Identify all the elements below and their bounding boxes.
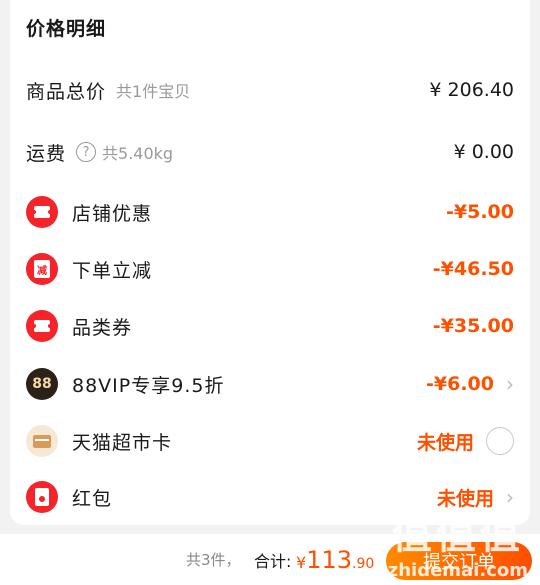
shop-discount-amount: -¥5.00 [446, 201, 514, 223]
item-count: 共3件， [186, 551, 241, 569]
card-icon [26, 425, 58, 457]
tmall-card-row[interactable]: 天猫超市卡 未使用 [10, 421, 530, 461]
total-currency: ¥ [296, 552, 307, 572]
goods-count: 共1件宝贝 [116, 82, 191, 101]
price-detail-title: 价格明细 [26, 18, 107, 40]
shipping-label: 运费 [26, 142, 67, 165]
goods-total-label: 商品总价 [26, 80, 107, 103]
coupon-icon [26, 196, 58, 228]
order-cut-amount: -¥46.50 [432, 258, 514, 280]
category-coupon-label: 品类券 [72, 316, 133, 339]
total-decimal: .90 [352, 555, 375, 572]
red-packet-row[interactable]: 红包 未使用 › [10, 477, 530, 517]
total-amount: ¥113.90 [296, 546, 374, 574]
shipping-amount: ¥ 0.00 [453, 141, 514, 163]
vip88-row[interactable]: 88 88VIP专享9.5折 -¥6.00 › [10, 364, 530, 404]
vip88-label: 88VIP专享9.5折 [72, 374, 225, 397]
shop-discount-label: 店铺优惠 [72, 202, 153, 225]
red-envelope-icon [26, 481, 58, 513]
order-cut-row: 减 下单立减 -¥46.50 [10, 249, 530, 289]
total-integer: 113 [306, 545, 352, 574]
chevron-right-icon[interactable]: › [506, 372, 514, 396]
vip88-icon: 88 [26, 368, 58, 400]
checkout-bar: 共3件， 合计: ¥113.90 提交订单 [0, 534, 540, 585]
tmall-card-radio[interactable] [486, 427, 514, 455]
submit-order-button[interactable]: 提交订单 [386, 542, 532, 580]
tmall-card-status: 未使用 [416, 431, 474, 454]
question-icon[interactable]: ? [76, 142, 97, 162]
order-cut-label: 下单立减 [72, 259, 153, 282]
category-coupon-amount: -¥35.00 [432, 315, 514, 337]
tmall-card-label: 天猫超市卡 [72, 431, 173, 454]
vip88-amount: -¥6.00 [426, 373, 494, 395]
red-packet-status: 未使用 [436, 487, 494, 510]
shop-discount-row: 店铺优惠 -¥5.00 [10, 192, 530, 232]
category-coupon-row: 品类券 -¥35.00 [10, 306, 530, 346]
shipping-weight: 共5.40kg [102, 144, 174, 163]
total-label: 合计: [254, 551, 292, 571]
price-detail-card: 价格明细 商品总价 共1件宝贝 ¥ 206.40 运费 ? 共5.40kg ¥ … [10, 0, 530, 525]
red-packet-label: 红包 [72, 487, 113, 510]
discount-icon: 减 [26, 253, 58, 285]
goods-total-row: 商品总价 共1件宝贝 ¥ 206.40 [10, 70, 530, 110]
coupon-icon [26, 310, 58, 342]
chevron-right-icon[interactable]: › [506, 485, 514, 509]
goods-total-amount: ¥ 206.40 [429, 79, 514, 101]
shipping-row: 运费 ? 共5.40kg ¥ 0.00 [10, 132, 530, 172]
